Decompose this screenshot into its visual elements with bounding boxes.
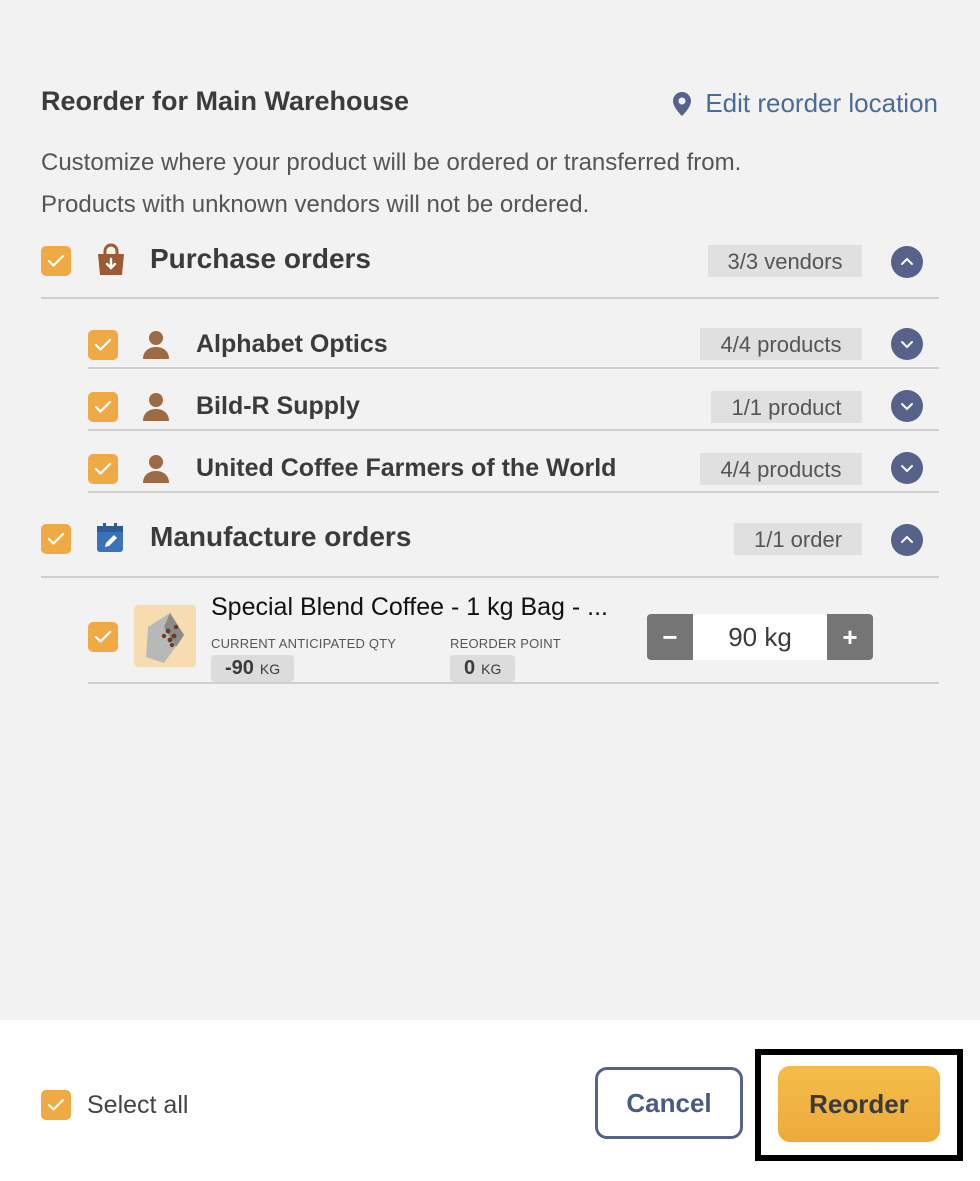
person-icon	[140, 328, 172, 360]
reorder-point-pill: 0 KG	[450, 655, 516, 682]
vendor-name-united-coffee-farmers: United Coffee Farmers of the World	[196, 454, 617, 482]
vendor-name-bild-r-supply: Bild-R Supply	[196, 392, 360, 420]
purchase-orders-checkbox[interactable]	[41, 246, 71, 276]
divider	[88, 429, 939, 431]
coffee-bag-icon	[146, 613, 184, 663]
reorder-point-value: 0	[464, 657, 476, 679]
purchase-orders-collapse-button[interactable]	[891, 246, 923, 278]
chevron-down-icon	[901, 465, 913, 473]
description: Customize where your product will be ord…	[41, 142, 921, 226]
manufacture-orders-label: Manufacture orders	[150, 521, 412, 552]
checkmark-icon	[94, 462, 112, 475]
current-qty-pill: -90 KG	[211, 655, 295, 682]
vendor-expand-button-united-coffee-farmers[interactable]	[891, 452, 923, 484]
vendor-checkbox-united-coffee-farmers[interactable]	[88, 454, 118, 484]
divider	[41, 576, 939, 578]
page-title: Reorder for Main Warehouse	[41, 86, 410, 116]
current-qty-unit: KG	[259, 661, 281, 677]
chevron-up-icon	[901, 535, 913, 543]
reorder-button[interactable]: Reorder	[778, 1066, 940, 1142]
chevron-down-icon	[901, 341, 913, 349]
reorder-point-label: REORDER POINT	[450, 636, 561, 651]
vendor-badge-united-coffee-farmers: 4/4 products	[700, 453, 862, 485]
vendor-expand-button-bild-r-supply[interactable]	[891, 390, 923, 422]
current-qty-label: CURRENT ANTICIPATED QTY	[211, 636, 397, 651]
select-all-label: Select all	[87, 1090, 189, 1119]
vendor-checkbox-bild-r-supply[interactable]	[88, 392, 118, 422]
location-pin-icon	[669, 91, 695, 117]
increment-button[interactable]: +	[827, 614, 873, 660]
cancel-button[interactable]: Cancel	[595, 1067, 743, 1139]
quantity-input[interactable]: 90 kg	[693, 614, 827, 660]
product-thumbnail	[134, 605, 196, 667]
current-qty-value: -90	[225, 657, 254, 679]
quantity-stepper: − 90 kg +	[647, 614, 873, 660]
edit-reorder-location-link[interactable]: Edit reorder location	[669, 88, 938, 119]
purchase-orders-badge: 3/3 vendors	[708, 245, 862, 277]
person-icon	[140, 390, 172, 422]
shopping-bag-icon	[94, 242, 128, 278]
vendor-checkbox-alphabet-optics[interactable]	[88, 330, 118, 360]
calendar-edit-icon	[94, 520, 126, 556]
manufacture-item-checkbox[interactable]	[88, 622, 118, 652]
edit-reorder-location-label: Edit reorder location	[705, 88, 938, 118]
manufacture-orders-collapse-button[interactable]	[891, 524, 923, 556]
manufacture-orders-checkbox[interactable]	[41, 524, 71, 554]
checkmark-icon	[47, 1098, 65, 1111]
divider	[88, 682, 939, 684]
checkmark-icon	[94, 400, 112, 413]
select-all-checkbox[interactable]	[41, 1090, 71, 1120]
checkmark-icon	[47, 254, 65, 267]
product-name: Special Blend Coffee - 1 kg Bag - ...	[211, 593, 608, 621]
checkmark-icon	[94, 630, 112, 643]
vendor-badge-bild-r-supply: 1/1 product	[711, 391, 862, 423]
chevron-up-icon	[901, 257, 913, 265]
description-line-2: Products with unknown vendors will not b…	[41, 191, 590, 218]
select-all-control[interactable]: Select all	[41, 1090, 188, 1120]
divider	[41, 297, 939, 299]
vendor-name-alphabet-optics: Alphabet Optics	[196, 330, 388, 358]
checkmark-icon	[94, 338, 112, 351]
decrement-button[interactable]: −	[647, 614, 693, 660]
checkmark-icon	[47, 532, 65, 545]
divider	[88, 491, 939, 493]
reorder-point-unit: KG	[481, 661, 502, 677]
purchase-orders-label: Purchase orders	[150, 243, 371, 274]
description-line-1: Customize where your product will be ord…	[41, 149, 742, 176]
chevron-down-icon	[901, 403, 913, 411]
divider	[88, 367, 939, 369]
vendor-badge-alphabet-optics: 4/4 products	[700, 328, 862, 360]
vendor-expand-button-alphabet-optics[interactable]	[891, 328, 923, 360]
person-icon	[140, 452, 172, 484]
manufacture-orders-badge: 1/1 order	[734, 523, 862, 555]
